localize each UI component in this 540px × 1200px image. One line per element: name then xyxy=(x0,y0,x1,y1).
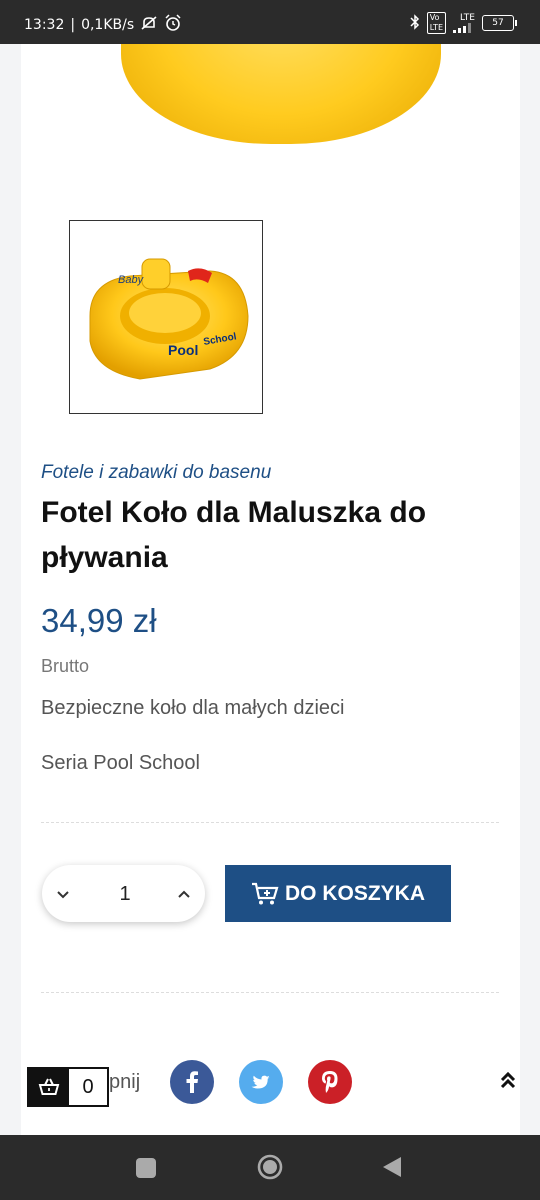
product-page: Baby Pool School Fotele i zabawki do bas… xyxy=(21,44,520,1135)
status-time: 13:32 xyxy=(24,17,65,33)
network-speed: 0,1KB/s xyxy=(81,17,135,33)
volte-icon: Vo LTE xyxy=(426,12,446,34)
bluetooth-icon xyxy=(410,13,420,33)
back-button[interactable] xyxy=(382,1156,402,1183)
twitter-icon xyxy=(251,1075,270,1089)
product-description-line-2: Seria Pool School xyxy=(41,752,200,774)
cart-plus-icon xyxy=(251,882,279,904)
double-chevron-up-icon xyxy=(500,1071,516,1089)
silent-icon xyxy=(140,15,158,35)
share-pinterest-button[interactable] xyxy=(308,1060,352,1104)
chevron-up-icon xyxy=(178,890,190,898)
divider-top xyxy=(41,822,499,823)
signal-icon: LTE xyxy=(453,13,475,33)
product-price: 34,99 zł xyxy=(41,602,157,639)
recents-button[interactable] xyxy=(136,1158,156,1183)
battery-level: 57 xyxy=(492,18,504,28)
cart-widget[interactable]: 0 xyxy=(27,1067,109,1107)
status-separator: | xyxy=(70,17,76,33)
scroll-to-top-button[interactable] xyxy=(497,1068,519,1096)
square-icon xyxy=(136,1158,156,1178)
add-to-cart-label: DO KOSZYKA xyxy=(284,881,425,905)
add-to-cart-button[interactable]: DO KOSZYKA xyxy=(225,865,451,922)
main-product-image xyxy=(121,44,441,144)
share-facebook-button[interactable] xyxy=(170,1060,214,1104)
circle-icon xyxy=(257,1154,283,1180)
product-thumbnail[interactable]: Baby Pool School xyxy=(69,220,263,414)
quantity-increase-button[interactable] xyxy=(171,879,197,907)
alarm-icon xyxy=(164,14,182,36)
product-description-line-1: Bezpieczne koło dla małych dzieci xyxy=(41,697,345,719)
back-triangle-icon xyxy=(383,1157,401,1177)
pool-float-image: Baby Pool School xyxy=(89,258,249,380)
status-bar: 13:32 | 0,1KB/s Vo LTE LTE 57 xyxy=(0,0,540,44)
pinterest-icon xyxy=(322,1071,338,1093)
share-twitter-button[interactable] xyxy=(239,1060,283,1104)
cart-count: 0 xyxy=(82,1076,94,1098)
share-label: pnij xyxy=(109,1071,141,1093)
network-type: LTE xyxy=(460,13,475,23)
home-button[interactable] xyxy=(257,1154,283,1185)
price-note: Brutto xyxy=(41,656,90,676)
product-category-link[interactable]: Fotele i zabawki do basenu xyxy=(41,462,271,484)
facebook-icon xyxy=(186,1071,198,1093)
system-navigation-bar xyxy=(0,1135,540,1200)
basket-icon xyxy=(29,1069,69,1105)
thumb-text-baby: Baby xyxy=(118,274,145,286)
quantity-stepper xyxy=(42,865,205,922)
divider-bottom xyxy=(41,992,499,993)
quantity-input[interactable] xyxy=(97,877,153,911)
quantity-decrease-button[interactable] xyxy=(50,879,76,907)
battery-icon: 57 xyxy=(482,15,517,31)
chevron-down-icon xyxy=(57,891,69,899)
thumb-text-pool: Pool xyxy=(168,342,198,358)
product-title: Fotel Koło dla Maluszka do pływania xyxy=(41,496,427,574)
